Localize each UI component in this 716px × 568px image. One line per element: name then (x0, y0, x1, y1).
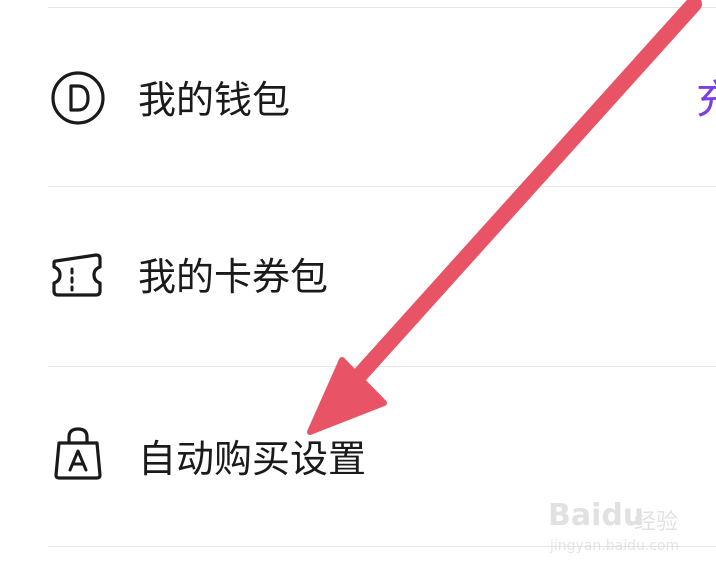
menu-item-label: 我的卡券包 (138, 255, 329, 299)
menu-item-label: 自动购买设置 (138, 437, 367, 481)
watermark-url: jingyan.baidu.com (550, 538, 680, 554)
wallet-d-icon (51, 71, 105, 125)
wallet-recharge-link[interactable]: 充 (696, 78, 716, 122)
menu-item-label: 我的钱包 (138, 78, 291, 122)
shopping-bag-a-icon (54, 427, 102, 480)
watermark: Baidu 经验 jingyan.baidu.com (548, 492, 708, 562)
menu-item-wallet[interactable]: 我的钱包 (0, 8, 716, 188)
watermark-brand: 经验 (634, 510, 679, 535)
watermark-logo: Baidu (548, 498, 645, 533)
menu-item-coupons[interactable]: 我的卡券包 (0, 187, 716, 367)
ticket-icon (52, 253, 102, 297)
